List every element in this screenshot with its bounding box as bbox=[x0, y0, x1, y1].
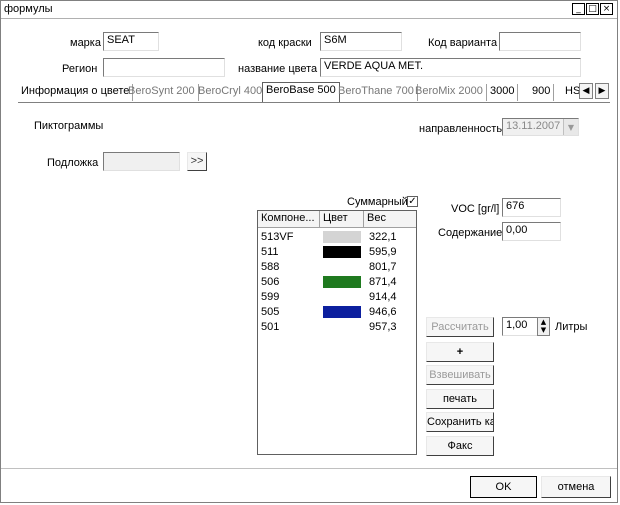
table-row[interactable]: 501 957,3 bbox=[258, 320, 416, 335]
row-weight: 957,3 bbox=[369, 321, 397, 333]
content-field[interactable]: 0,00 bbox=[502, 222, 561, 241]
tab-3000[interactable]: 3000 bbox=[487, 84, 519, 101]
direction-label: направленность bbox=[419, 123, 503, 135]
substrate-browse-button[interactable]: >> bbox=[187, 152, 207, 171]
row-color-swatch bbox=[323, 276, 361, 288]
row-component: 511 bbox=[261, 246, 279, 258]
row-weight: 871,4 bbox=[369, 276, 397, 288]
ok-button[interactable]: OK bbox=[470, 476, 537, 498]
cancel-button[interactable]: отмена bbox=[541, 476, 611, 498]
row-component: 501 bbox=[261, 321, 280, 333]
row-component: 599 bbox=[261, 291, 280, 303]
marka-label: марка bbox=[70, 37, 101, 49]
tab-scroll-left-icon[interactable]: ◀ bbox=[579, 83, 593, 99]
header-weight[interactable]: Вес bbox=[364, 211, 416, 227]
table-row[interactable]: 506 871,4 bbox=[258, 275, 416, 290]
weigh-button[interactable]: Взвешивать bbox=[426, 365, 494, 385]
fax-button[interactable]: Факс bbox=[426, 436, 494, 456]
maximize-button[interactable]: □ bbox=[586, 3, 599, 15]
row-color-swatch bbox=[323, 306, 361, 318]
row-component: 505 bbox=[261, 306, 280, 318]
kod-varianta-label: Код варианта bbox=[428, 37, 498, 49]
components-list[interactable]: Компоне... Цвет Вес 513VF 322,1 511 595,… bbox=[257, 210, 417, 455]
voc-field[interactable]: 676 bbox=[502, 198, 561, 217]
marka-field[interactable]: SEAT bbox=[103, 32, 159, 51]
tab-divider bbox=[18, 102, 610, 103]
kod-kraski-field[interactable]: S6M bbox=[320, 32, 402, 51]
row-component: 506 bbox=[261, 276, 280, 288]
tab-color-info[interactable]: Информация о цвете bbox=[18, 84, 134, 101]
table-row[interactable]: 511 595,9 bbox=[258, 245, 416, 260]
row-weight: 322,1 bbox=[369, 231, 397, 243]
voc-label: VOC [gr/l] bbox=[451, 203, 500, 215]
spin-up-icon[interactable]: ▲ bbox=[538, 318, 549, 326]
direction-value: 13.11.2007 bbox=[506, 120, 561, 132]
kod-varianta-field[interactable] bbox=[499, 32, 581, 51]
window-controls: _ □ × bbox=[572, 3, 613, 15]
tab-900[interactable]: 900 bbox=[529, 84, 555, 101]
table-row[interactable]: 599 914,4 bbox=[258, 290, 416, 305]
save-as-button[interactable]: Сохранить как. bbox=[426, 412, 494, 432]
calculate-button[interactable]: Рассчитать bbox=[426, 317, 494, 337]
row-color-swatch bbox=[323, 291, 361, 303]
row-color-swatch bbox=[323, 231, 361, 243]
row-weight: 595,9 bbox=[369, 246, 397, 258]
region-field[interactable] bbox=[103, 58, 225, 77]
tab-beromix-2000[interactable]: BeroMix 2000 bbox=[412, 84, 487, 101]
table-row[interactable]: 505 946,6 bbox=[258, 305, 416, 320]
row-color-swatch bbox=[323, 246, 361, 258]
row-weight: 801,7 bbox=[369, 261, 397, 273]
tab-scroll-right-icon[interactable]: ▶ bbox=[595, 83, 609, 99]
liters-stepper[interactable]: ▲ ▼ bbox=[537, 317, 550, 336]
content-label: Содержание bbox=[438, 227, 503, 239]
region-label: Регион bbox=[62, 63, 98, 75]
footer-divider bbox=[1, 468, 617, 469]
close-button[interactable]: × bbox=[600, 3, 613, 15]
direction-select[interactable]: 13.11.2007 ▼ bbox=[502, 118, 579, 136]
title-bar: формулы _ □ × bbox=[1, 1, 617, 19]
formulas-window: формулы _ □ × марка SEAT код краски S6M … bbox=[0, 0, 618, 503]
spin-down-icon[interactable]: ▼ bbox=[538, 326, 549, 334]
row-weight: 914,4 bbox=[369, 291, 397, 303]
liters-field[interactable]: 1,00 bbox=[502, 317, 538, 336]
summary-checkbox[interactable]: ✓ bbox=[407, 196, 418, 207]
summary-label: Суммарный bbox=[347, 196, 408, 208]
substrate-label: Подложка bbox=[47, 157, 99, 169]
header-component[interactable]: Компоне... bbox=[258, 211, 320, 227]
table-row[interactable]: 513VF 322,1 bbox=[258, 230, 416, 245]
window-title: формулы bbox=[4, 3, 53, 15]
color-name-label: название цвета bbox=[238, 63, 318, 75]
color-name-field[interactable]: VERDE AQUA MET. bbox=[320, 58, 581, 77]
table-row[interactable]: 588 801,7 bbox=[258, 260, 416, 275]
substrate-field[interactable] bbox=[103, 152, 180, 171]
list-header: Компоне... Цвет Вес bbox=[258, 211, 416, 228]
tab-berosynt-200[interactable]: BeroSynt 200 bbox=[125, 84, 199, 101]
row-weight: 946,6 bbox=[369, 306, 397, 318]
row-component: 588 bbox=[261, 261, 280, 273]
print-button[interactable]: печать bbox=[426, 389, 494, 409]
kod-kraski-label: код краски bbox=[258, 37, 312, 49]
row-color-swatch bbox=[323, 261, 361, 273]
row-component: 513VF bbox=[261, 231, 294, 243]
tab-berocryl-400[interactable]: BeroCryl 400 bbox=[195, 84, 267, 101]
liters-label: Литры bbox=[555, 321, 588, 333]
row-color-swatch bbox=[323, 321, 361, 333]
tab-berobase-500[interactable]: BeroBase 500 bbox=[262, 82, 340, 102]
pictograms-label: Пиктограммы bbox=[34, 120, 104, 132]
minimize-button[interactable]: _ bbox=[572, 3, 585, 15]
header-color[interactable]: Цвет bbox=[320, 211, 364, 227]
chevron-down-icon[interactable]: ▼ bbox=[563, 119, 578, 135]
tab-berothane-700[interactable]: BeroThane 700 bbox=[335, 84, 418, 101]
add-button[interactable]: + bbox=[426, 342, 494, 362]
